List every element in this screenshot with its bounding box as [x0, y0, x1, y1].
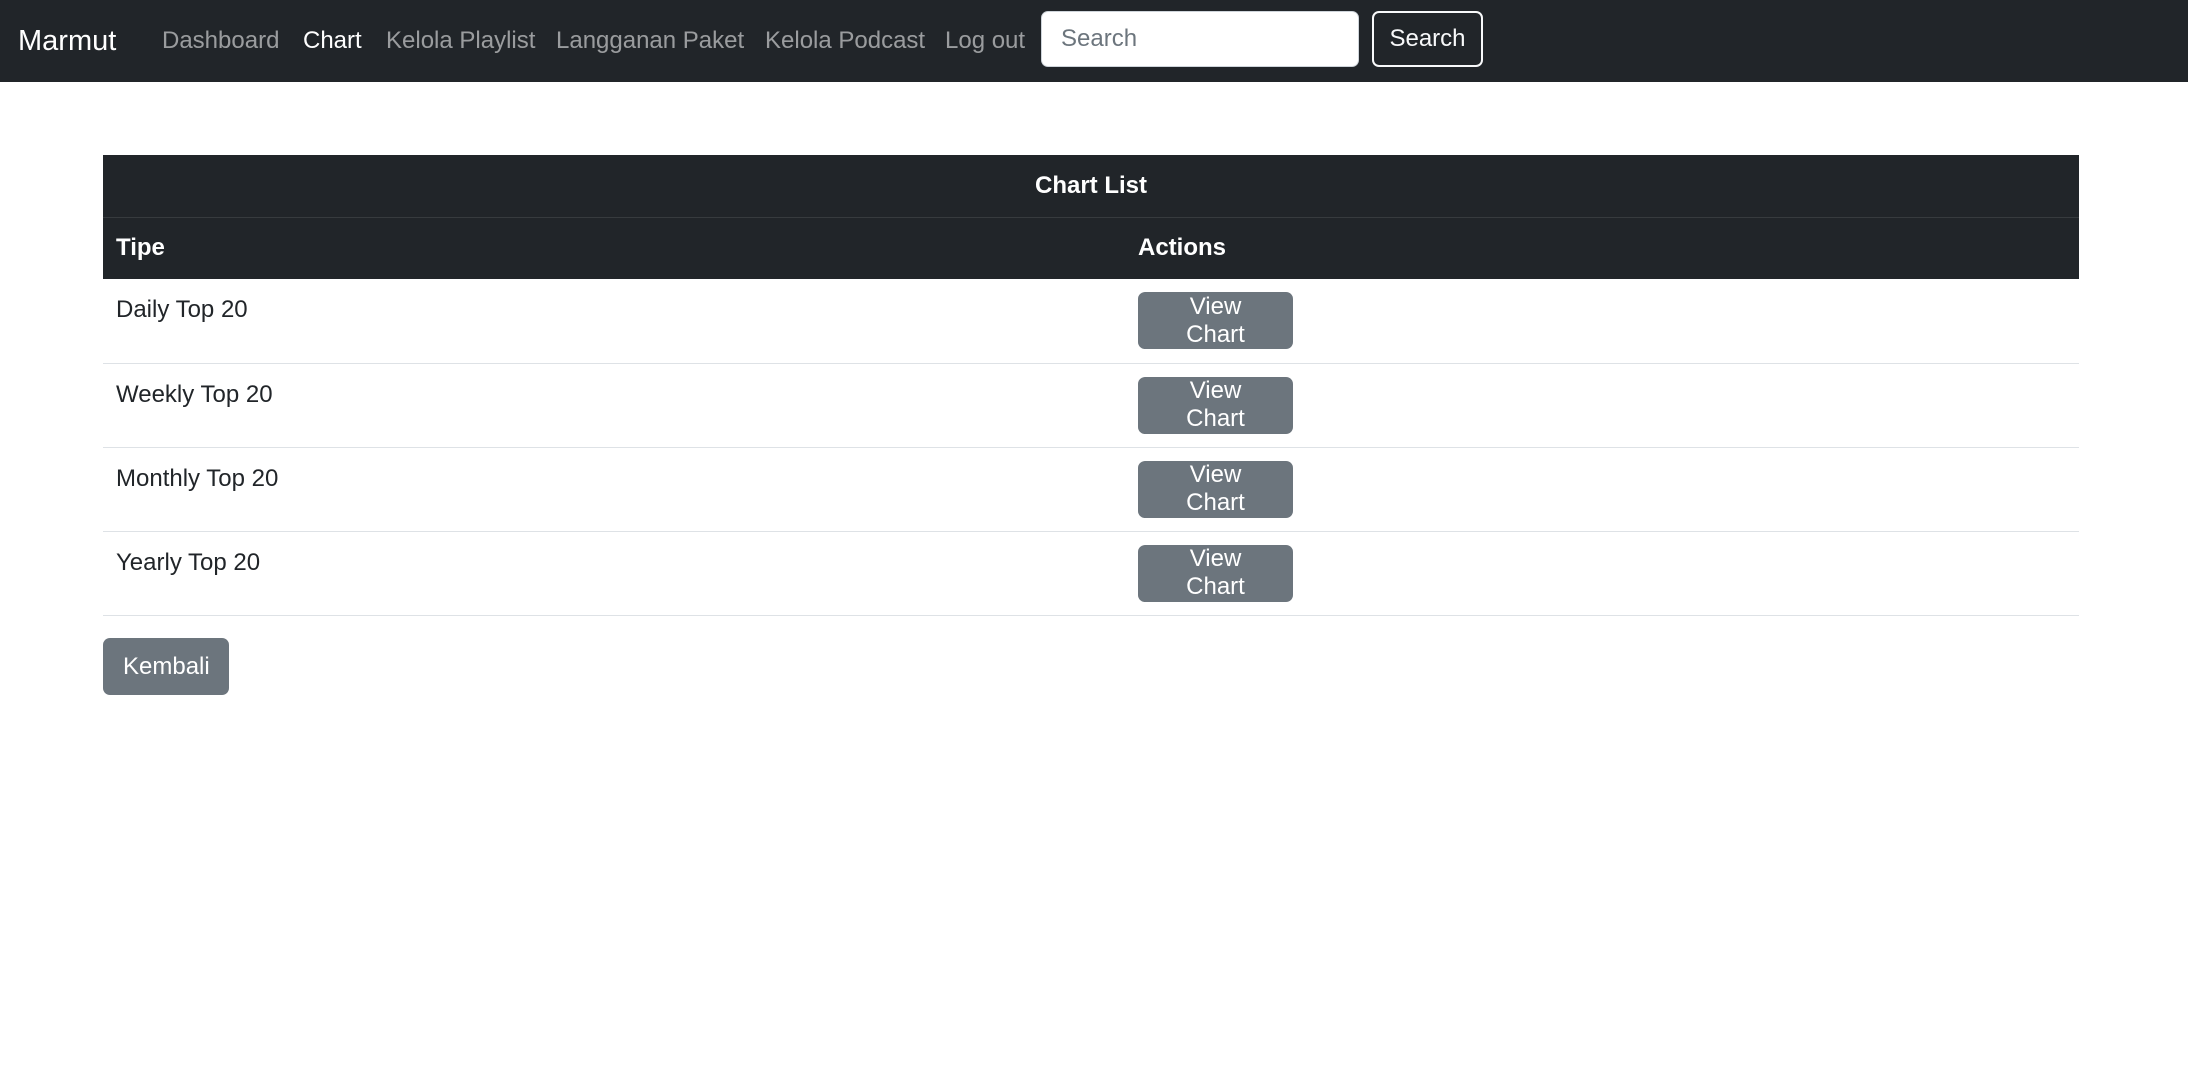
chart-type-cell: Yearly Top 20 — [103, 531, 1125, 616]
nav-link-logout[interactable]: Log out — [945, 0, 1025, 82]
nav-link-kelola-podcast[interactable]: Kelola Podcast — [765, 0, 925, 82]
table-row: Weekly Top 20 View Chart — [103, 363, 2079, 448]
nav-link-chart[interactable]: Chart — [303, 0, 362, 82]
nav-link-dashboard[interactable]: Dashboard — [162, 0, 279, 82]
column-header-actions: Actions — [1125, 217, 2079, 279]
view-chart-button-weekly[interactable]: View Chart — [1138, 376, 1293, 434]
column-header-tipe: Tipe — [103, 217, 1125, 279]
chart-list-table-container: Chart List Tipe Actions Daily Top 20 Vie… — [103, 155, 2079, 616]
actions-cell: View Chart — [1125, 531, 2079, 616]
view-chart-button-yearly[interactable]: View Chart — [1138, 544, 1293, 602]
view-chart-button-monthly[interactable]: View Chart — [1138, 460, 1293, 518]
chart-list-table: Chart List Tipe Actions Daily Top 20 Vie… — [103, 155, 2079, 616]
kembali-button[interactable]: Kembali — [103, 638, 229, 695]
chart-type-cell: Daily Top 20 — [103, 279, 1125, 364]
actions-cell: View Chart — [1125, 279, 2079, 364]
nav-link-langganan-paket[interactable]: Langganan Paket — [556, 0, 744, 82]
search-button[interactable]: Search — [1372, 11, 1483, 67]
view-chart-button-daily[interactable]: View Chart — [1138, 292, 1293, 349]
table-row: Monthly Top 20 View Chart — [103, 447, 2079, 532]
top-navbar: Marmut Dashboard Chart Kelola Playlist L… — [0, 0, 2188, 82]
table-row: Yearly Top 20 View Chart — [103, 531, 2079, 616]
nav-link-kelola-playlist[interactable]: Kelola Playlist — [386, 0, 535, 82]
chart-type-cell: Monthly Top 20 — [103, 447, 1125, 532]
brand-logo[interactable]: Marmut — [18, 0, 116, 82]
actions-cell: View Chart — [1125, 447, 2079, 532]
table-title: Chart List — [103, 155, 2079, 218]
chart-type-cell: Weekly Top 20 — [103, 363, 1125, 448]
actions-cell: View Chart — [1125, 363, 2079, 448]
search-input[interactable] — [1041, 11, 1359, 67]
table-row: Daily Top 20 View Chart — [103, 279, 2079, 364]
